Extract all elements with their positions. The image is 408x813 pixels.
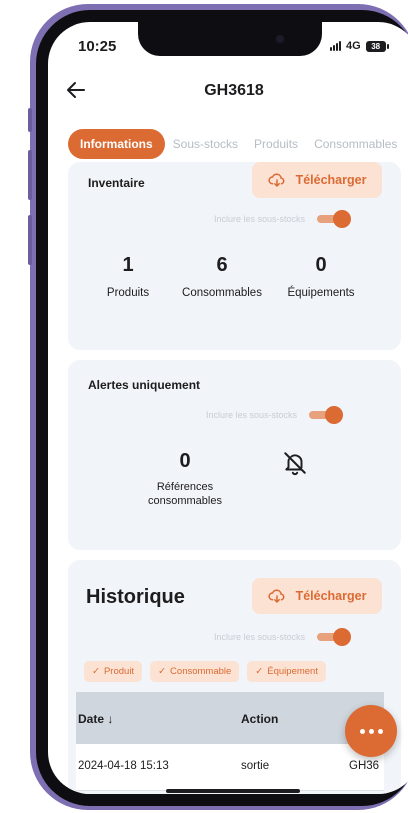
filter-chip-label: Équipement: [267, 666, 318, 677]
stat-consommables-value: 6: [216, 254, 228, 276]
alerts-count-label-line2: consommables: [148, 495, 222, 507]
home-indicator: [166, 789, 300, 793]
stat-consommables-label: Consommables: [182, 287, 262, 299]
status-indicators: 4G 38: [330, 40, 389, 52]
history-include-toggle[interactable]: [315, 627, 352, 647]
alerts-count-value: 0: [179, 450, 191, 472]
more-icon-dot: [377, 728, 383, 734]
inventory-card: Inventaire Télécharger Inclure les sous-…: [68, 162, 401, 350]
history-table-header: Date ↓ Action: [76, 692, 384, 744]
inventory-include-label: Inclure les sous-stocks: [214, 214, 306, 224]
tab-informations[interactable]: Informations: [68, 129, 165, 159]
filter-chip-label: Produit: [103, 666, 135, 677]
tab-sous-stocks[interactable]: Sous-stocks: [173, 137, 238, 151]
status-time: 10:25: [78, 38, 117, 55]
history-download-button[interactable]: Télécharger: [252, 578, 382, 614]
alerts-count: 0 Références consommables: [130, 450, 240, 507]
row-action: sortie: [241, 760, 270, 772]
history-title: Historique: [86, 586, 185, 608]
cloud-download-icon: [268, 589, 285, 603]
filter-chip-label: Consommable: [170, 666, 232, 677]
mute-switch: [28, 108, 32, 132]
stat-equipements-value: 0: [315, 254, 327, 276]
more-icon: [359, 728, 365, 734]
row-reference: GH36: [349, 760, 380, 772]
camera: [276, 35, 284, 43]
inventory-download-button[interactable]: Télécharger: [252, 162, 382, 198]
page-title: GH3618: [204, 82, 264, 99]
check-icon: ✓: [158, 666, 167, 677]
sort-down-icon: ↓: [107, 712, 114, 726]
filter-chip-consommable[interactable]: ✓ Consommable: [150, 661, 240, 682]
history-include-label: Inclure les sous-stocks: [214, 632, 306, 642]
tab-bar: Informations Sous-stocks Produits Consom…: [68, 129, 408, 159]
inventory-include-row: Inclure les sous-stocks: [214, 209, 352, 229]
table-row[interactable]: 2024-04-18 15:13 sortie GH36: [76, 744, 384, 791]
stat-equipements: 0 Équipements: [272, 254, 370, 299]
stat-equipements-label: Équipements: [287, 287, 355, 299]
alerts-include-toggle[interactable]: [307, 405, 344, 425]
battery-icon: 38: [365, 40, 389, 52]
column-action[interactable]: Action: [241, 712, 278, 726]
more-actions-button[interactable]: [345, 705, 397, 757]
alerts-card: Alertes uniquement Inclure les sous-stoc…: [68, 360, 401, 550]
filter-chip-produit[interactable]: ✓ Produit: [84, 661, 143, 682]
cloud-download-icon: [268, 173, 285, 187]
stat-consommables: 6 Consommables: [172, 254, 272, 299]
filter-chip-equipement[interactable]: ✓ Équipement: [247, 661, 326, 682]
stat-produits-label: Produits: [106, 287, 150, 299]
history-include-row: Inclure les sous-stocks: [214, 627, 352, 647]
alerts-count-label-line1: Références: [156, 481, 214, 493]
bell-off-icon: [284, 452, 306, 476]
screen: 10:25 4G 38 GH3618 Informations Sous-sto…: [48, 22, 408, 794]
notch: [138, 22, 322, 56]
alerts-include-label: Inclure les sous-stocks: [206, 410, 298, 420]
battery-level: 38: [371, 41, 381, 51]
history-download-label: Télécharger: [295, 589, 367, 603]
inventory-download-label: Télécharger: [295, 173, 367, 187]
alerts-title: Alertes uniquement: [88, 378, 201, 392]
history-filters: ✓ Produit ✓ Consommable ✓ Équipement: [84, 661, 326, 682]
check-icon: ✓: [255, 666, 264, 677]
more-icon-dot: [368, 728, 374, 734]
inventory-include-toggle[interactable]: [315, 209, 352, 229]
tab-consommables[interactable]: Consommables: [314, 137, 397, 151]
signal-icon: [330, 41, 341, 51]
column-date-label: Date: [78, 712, 105, 726]
tab-produits[interactable]: Produits: [254, 137, 298, 151]
volume-up-button: [28, 150, 32, 200]
column-date[interactable]: Date ↓: [78, 712, 113, 726]
inventory-title: Inventaire: [88, 176, 145, 190]
row-date: 2024-04-18 15:13: [78, 760, 169, 772]
volume-down-button: [28, 215, 32, 265]
stat-produits-value: 1: [122, 254, 134, 276]
alerts-include-row: Inclure les sous-stocks: [206, 405, 344, 425]
check-icon: ✓: [92, 666, 100, 677]
network-label: 4G: [346, 40, 361, 52]
stat-produits: 1 Produits: [88, 254, 168, 299]
